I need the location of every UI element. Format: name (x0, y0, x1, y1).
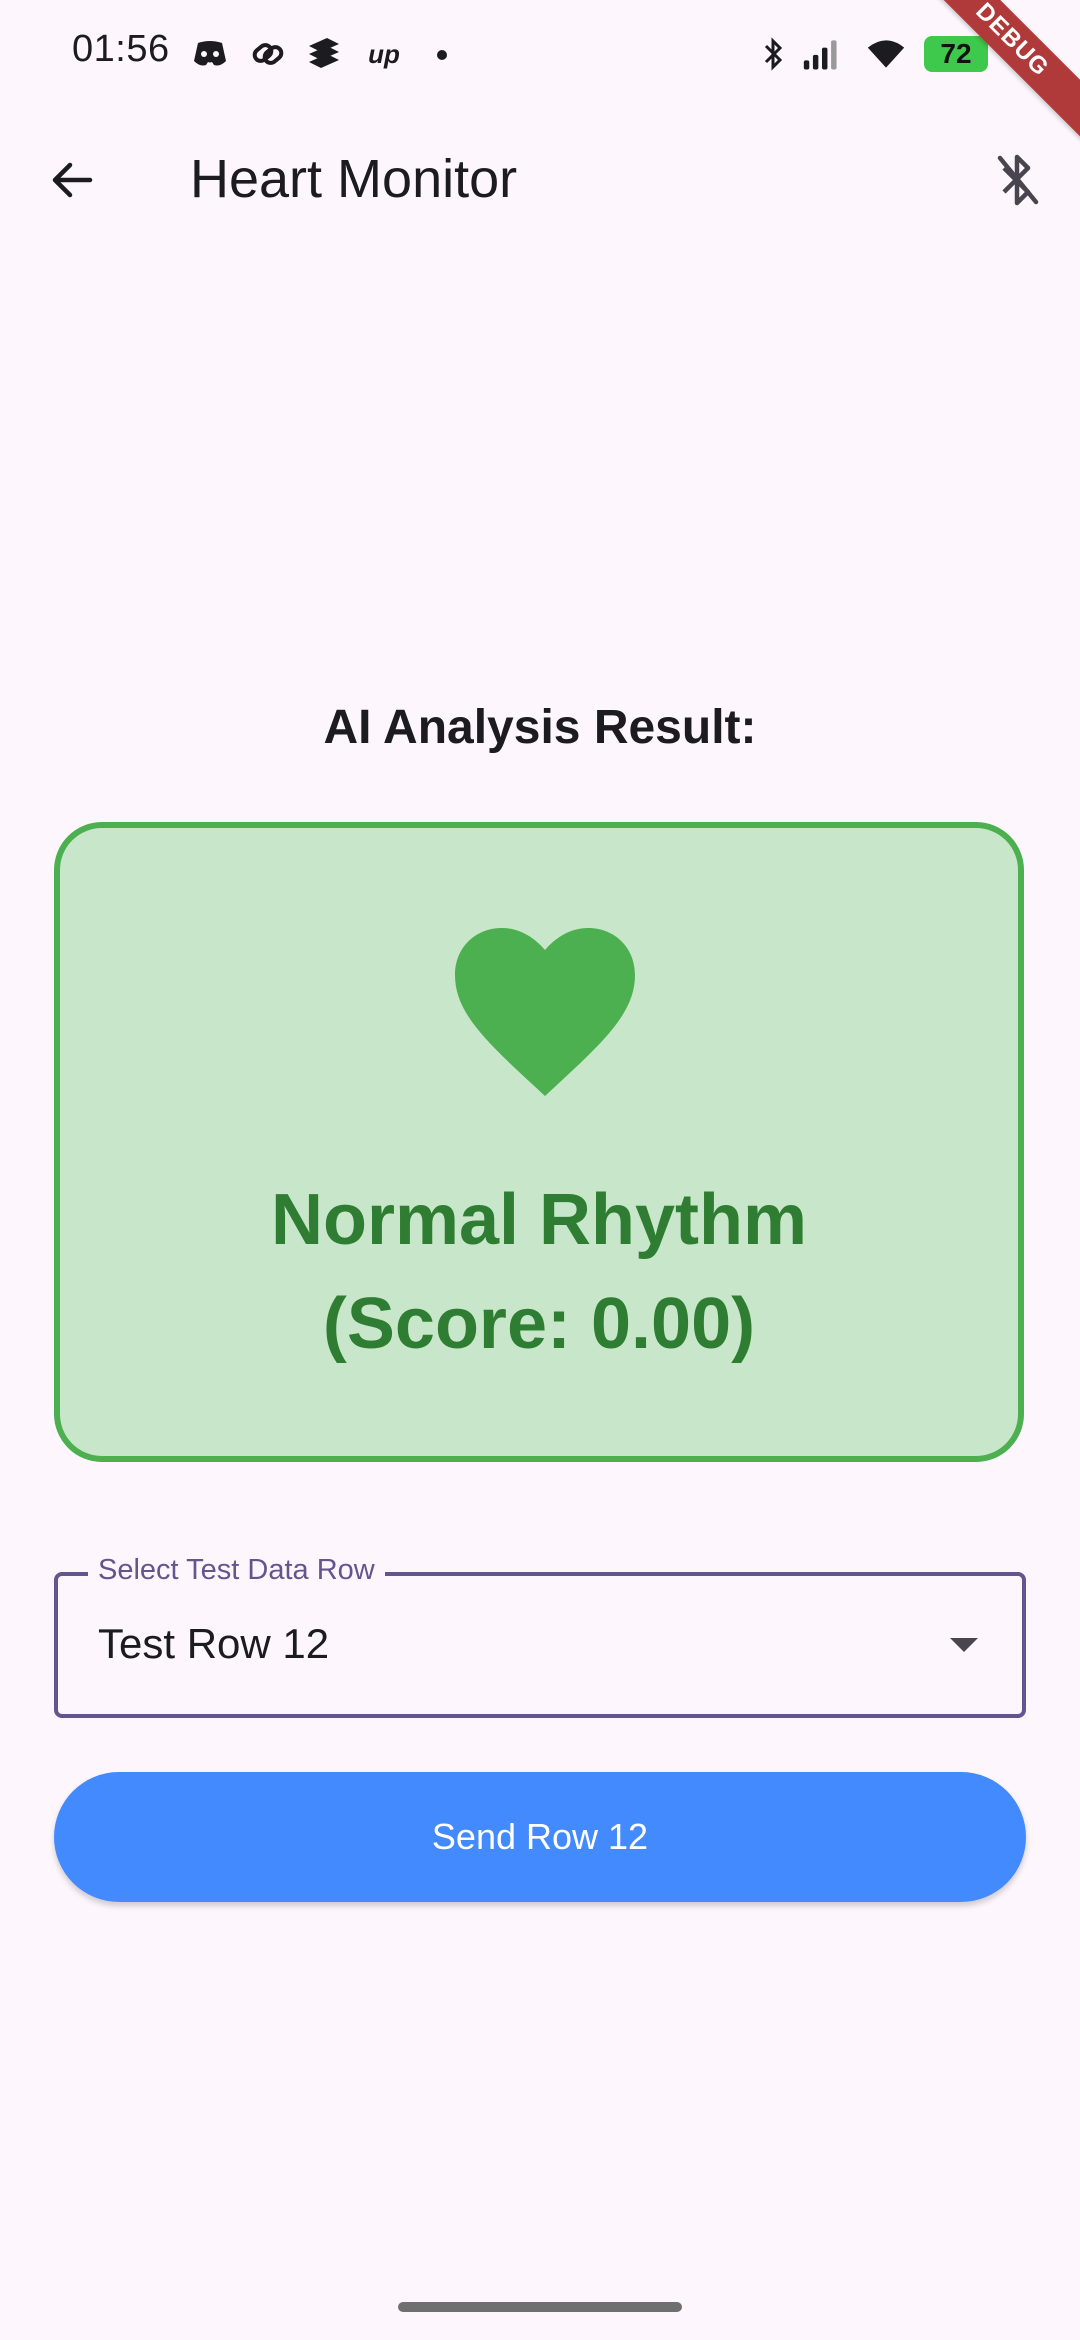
status-bar: 01:56 up 72 (0, 0, 1080, 110)
more-notifications-dot (437, 50, 447, 60)
status-time: 01:56 (72, 28, 170, 70)
dropdown-arrow-icon (950, 1638, 978, 1652)
discord-icon (190, 34, 230, 74)
bluetooth-button[interactable] (982, 144, 1054, 216)
analysis-result-text: Normal Rhythm (Score: 0.00) (60, 1168, 1018, 1376)
home-indicator[interactable] (398, 2302, 682, 2312)
wifi-icon (866, 34, 906, 74)
signal-icon (802, 34, 842, 74)
app-bar: Heart Monitor (0, 110, 1080, 250)
result-status: Normal Rhythm (270, 1180, 808, 1260)
analysis-result-card: Normal Rhythm (Score: 0.00) (54, 822, 1024, 1462)
dropdown-label: Select Test Data Row (88, 1554, 385, 1587)
page-title: Heart Monitor (190, 149, 518, 209)
bluetooth-disabled-icon (997, 154, 1039, 206)
bluetooth-icon (754, 34, 794, 74)
test-row-dropdown[interactable]: Select Test Data Row Test Row 12 (54, 1554, 1026, 1718)
back-button[interactable] (36, 144, 108, 216)
stack-icon (304, 34, 344, 74)
up-icon: up (368, 38, 400, 69)
result-score: (Score: 0.00) (322, 1284, 756, 1364)
link-icon (248, 34, 288, 74)
analysis-heading: AI Analysis Result: (323, 701, 757, 754)
battery-indicator: 72 (924, 36, 988, 72)
arrow-back-icon (52, 162, 93, 198)
send-row-button[interactable]: Send Row 12 (54, 1772, 1026, 1902)
heart-icon (455, 928, 635, 1096)
dropdown-selected-value: Test Row 12 (98, 1620, 330, 1667)
